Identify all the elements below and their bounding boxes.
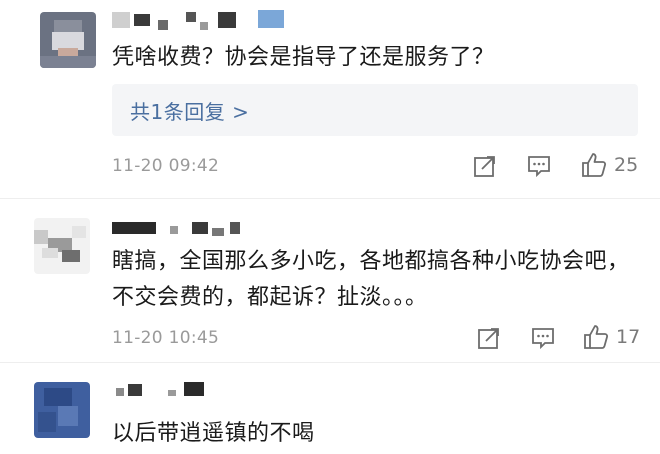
comment-text: 以后带逍遥镇的不喝 bbox=[112, 421, 315, 446]
share-icon[interactable] bbox=[472, 153, 498, 179]
share-icon[interactable] bbox=[476, 325, 502, 351]
comment-text: 凭啥收费？协会是指导了还是服务了？ bbox=[112, 45, 495, 70]
thumbs-up-icon[interactable] bbox=[580, 151, 608, 179]
like-count: 17 bbox=[616, 326, 641, 348]
avatar[interactable] bbox=[34, 382, 90, 438]
thumbs-up-icon[interactable] bbox=[582, 323, 610, 351]
comment-icon[interactable] bbox=[530, 325, 556, 351]
comment-item: 瞎搞，全国那么多小吃，各地都搞各种小吃协会吧，不交会费的，都起诉？扯淡。。。 1… bbox=[0, 200, 660, 360]
comment-item: 凭啥收费？协会是指导了还是服务了？ 共1条回复 > 11-20 09:42 25 bbox=[0, 0, 660, 195]
divider bbox=[0, 198, 660, 199]
username-redacted[interactable] bbox=[112, 378, 252, 400]
comment-text: 瞎搞，全国那么多小吃，各地都搞各种小吃协会吧，不交会费的，都起诉？扯淡。。。 bbox=[112, 249, 630, 310]
replies-box[interactable]: 共1条回复 > bbox=[112, 84, 638, 136]
comment-item: 以后带逍遥镇的不喝 bbox=[0, 364, 660, 454]
avatar[interactable] bbox=[34, 218, 90, 274]
timestamp: 11-20 09:42 bbox=[112, 156, 220, 176]
username-redacted[interactable] bbox=[112, 218, 272, 240]
view-replies-link[interactable]: 共1条回复 > bbox=[130, 96, 249, 125]
username-redacted[interactable] bbox=[112, 10, 284, 32]
divider bbox=[0, 362, 660, 363]
comment-icon[interactable] bbox=[526, 153, 552, 179]
like-count: 25 bbox=[614, 154, 639, 176]
timestamp: 11-20 10:45 bbox=[112, 328, 220, 348]
avatar[interactable] bbox=[40, 12, 96, 68]
